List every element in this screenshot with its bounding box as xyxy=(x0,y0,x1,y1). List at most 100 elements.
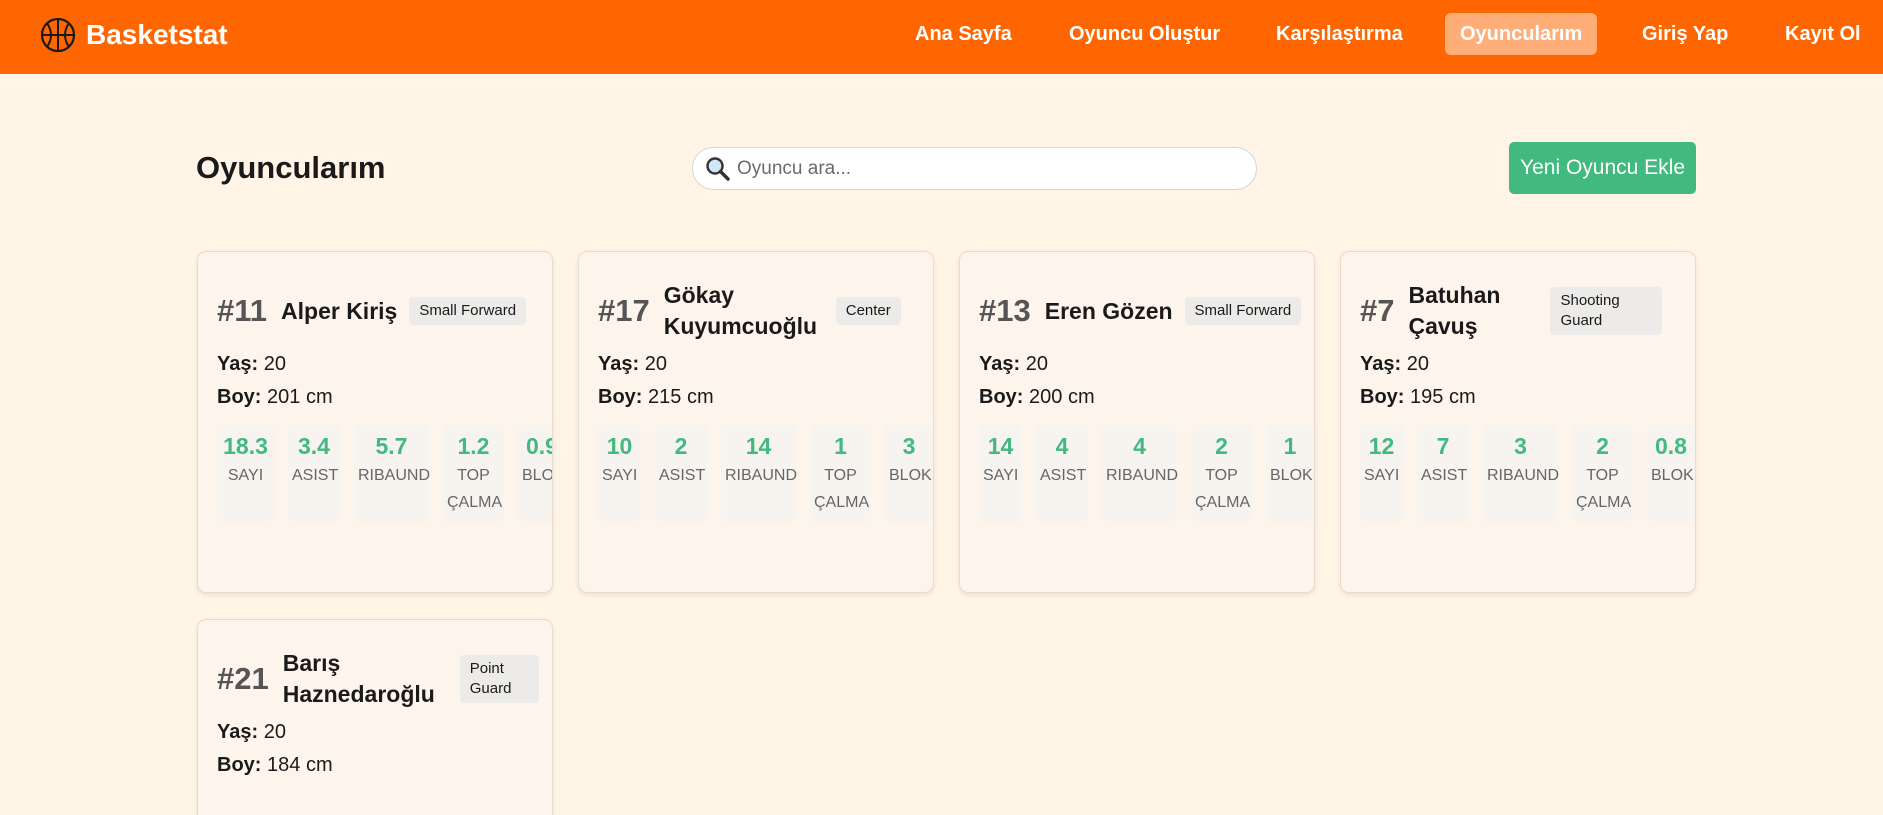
stat-rebounds: 4 RIBAUND xyxy=(1102,425,1179,522)
height-label: Boy: xyxy=(217,754,262,776)
player-age: Yaş: 20 xyxy=(1360,353,1695,376)
age-label: Yaş: xyxy=(1360,353,1402,375)
stat-blocks-label: BLOK xyxy=(1651,467,1694,484)
stat-steals: 2 TOP ÇALMA xyxy=(1572,425,1633,522)
nav-login[interactable]: Giriş Yap xyxy=(1627,13,1743,55)
stat-assists: 3.4 ASIST xyxy=(288,425,340,522)
age-value: 20 xyxy=(263,721,286,743)
age-label: Yaş: xyxy=(217,721,259,743)
age-value: 20 xyxy=(644,353,667,375)
stat-blocks-value: 3 xyxy=(902,433,916,459)
stat-points-value: 10 xyxy=(606,433,633,459)
player-card-header: #7 Batuhan Çavuş Shooting Guard xyxy=(1360,279,1695,343)
jersey-number: #17 xyxy=(598,293,650,328)
stat-assists-label: ASIST xyxy=(292,467,339,484)
stat-assists-value: 4 xyxy=(1055,433,1069,459)
player-name: Alper Kiriş xyxy=(281,297,398,324)
player-card-header: #21 Barış Haznedaroğlu Point Guard xyxy=(217,647,552,711)
basketball-icon xyxy=(40,17,76,53)
stat-rebounds-label: RIBAUND xyxy=(725,467,798,484)
stat-blocks-value: 0.8 xyxy=(1655,433,1687,459)
stat-points: 10 SAYI xyxy=(598,425,641,522)
stat-points-label: SAYI xyxy=(983,467,1019,484)
height-label: Boy: xyxy=(979,386,1024,408)
stat-steals-value: 1.2 xyxy=(457,433,490,459)
nav-compare[interactable]: Karşılaştırma xyxy=(1261,13,1418,55)
stat-rebounds-label: RIBAUND xyxy=(1106,467,1179,484)
stat-points-label: SAYI xyxy=(1364,467,1400,484)
stat-rebounds-value: 5.7 xyxy=(375,433,408,459)
stat-blocks: 0.9 BLOK xyxy=(518,425,553,522)
player-card[interactable]: #13 Eren Gözen Small Forward Yaş: 20 Boy… xyxy=(959,251,1315,593)
stat-steals-value: 2 xyxy=(1215,433,1228,459)
stat-points: 14 SAYI xyxy=(979,425,1022,522)
player-name: Eren Gözen xyxy=(1044,297,1173,324)
player-age: Yaş: 20 xyxy=(217,353,552,376)
stat-steals-label: TOP ÇALMA xyxy=(447,467,503,511)
stat-assists: 2 ASIST xyxy=(655,425,707,522)
player-card-header: #11 Alper Kiriş Small Forward xyxy=(217,279,552,343)
stat-steals: 1 TOP ÇALMA xyxy=(810,425,871,522)
player-height: Boy: 215 cm xyxy=(598,386,933,409)
stat-points-label: SAYI xyxy=(227,467,264,484)
height-value: 195 cm xyxy=(1410,386,1476,408)
stat-rebounds-label: RIBAUND xyxy=(1487,467,1560,484)
player-name: Barış Haznedaroğlu xyxy=(282,650,435,707)
stat-blocks-value: 1 xyxy=(1283,433,1297,459)
nav-my-players[interactable]: Oyuncularım xyxy=(1445,13,1598,55)
player-name: Batuhan Çavuş xyxy=(1408,282,1501,339)
height-label: Boy: xyxy=(598,386,643,408)
stat-steals: 1.2 TOP ÇALMA xyxy=(443,425,504,522)
stat-blocks: 1 BLOK xyxy=(1266,425,1314,522)
search-input[interactable] xyxy=(737,157,1237,180)
nav-home[interactable]: Ana Sayfa xyxy=(900,13,1027,55)
player-card-header: #13 Eren Gözen Small Forward xyxy=(979,279,1314,343)
stat-assists: 7 ASIST xyxy=(1417,425,1469,522)
stat-steals-label: TOP ÇALMA xyxy=(1195,467,1251,511)
stat-rebounds: 3 RIBAUND xyxy=(1483,425,1560,522)
player-height: Boy: 200 cm xyxy=(979,386,1314,409)
stat-blocks: 3 BLOK xyxy=(885,425,933,522)
player-card[interactable]: #17 Gökay Kuyumcuoğlu Center Yaş: 20 Boy… xyxy=(578,251,934,593)
player-age: Yaş: 20 xyxy=(598,353,933,376)
stat-points-value: 18.3 xyxy=(223,433,268,459)
nav-create-player[interactable]: Oyuncu Oluştur xyxy=(1054,13,1235,55)
stat-steals: 2 TOP ÇALMA xyxy=(1191,425,1252,522)
stat-points-label: SAYI xyxy=(602,467,638,484)
age-value: 20 xyxy=(1025,353,1048,375)
stat-rebounds-value: 4 xyxy=(1133,433,1146,459)
stat-assists: 4 ASIST xyxy=(1036,425,1088,522)
player-card-header: #17 Gökay Kuyumcuoğlu Center xyxy=(598,279,933,343)
position-badge: Small Forward xyxy=(1184,297,1302,325)
player-height: Boy: 195 cm xyxy=(1360,386,1695,409)
stat-steals-label: TOP ÇALMA xyxy=(1576,467,1632,511)
stat-assists-label: ASIST xyxy=(659,467,706,484)
stat-blocks-value: 0.9 xyxy=(526,433,552,459)
height-value: 184 cm xyxy=(267,754,333,776)
player-card[interactable]: #11 Alper Kiriş Small Forward Yaş: 20 Bo… xyxy=(197,251,553,593)
stat-steals-label: TOP ÇALMA xyxy=(814,467,870,511)
search-icon xyxy=(706,156,730,181)
height-value: 200 cm xyxy=(1029,386,1095,408)
stats-row: 10 SAYI 2 ASIST 14 RIBAUND 1 TOP ÇALMA 3 BLOK xyxy=(598,425,933,522)
add-player-button[interactable]: Yeni Oyuncu Ekle xyxy=(1509,142,1696,194)
stat-blocks-label: BLOK xyxy=(522,467,553,484)
player-height: Boy: 201 cm xyxy=(217,386,552,409)
stat-blocks: 0.8 BLOK xyxy=(1647,425,1695,522)
brand-name: Basketstat xyxy=(86,19,228,50)
stat-rebounds: 5.7 RIBAUND xyxy=(354,425,431,522)
stat-steals-value: 2 xyxy=(1596,433,1609,459)
brand-logo[interactable]: Basketstat xyxy=(40,16,228,54)
player-card[interactable]: #7 Batuhan Çavuş Shooting Guard Yaş: 20 … xyxy=(1340,251,1696,593)
stat-rebounds-label: RIBAUND xyxy=(358,467,431,484)
jersey-number: #11 xyxy=(217,293,268,328)
player-card[interactable]: #21 Barış Haznedaroğlu Point Guard Yaş: … xyxy=(197,619,553,815)
stat-assists-label: ASIST xyxy=(1421,467,1468,484)
stat-points-value: 14 xyxy=(987,433,1014,459)
stat-points-value: 12 xyxy=(1368,433,1395,459)
nav-register[interactable]: Kayıt Ol xyxy=(1770,13,1876,55)
page-title: Oyuncularım xyxy=(196,150,386,185)
position-badge: Point Guard xyxy=(459,655,539,703)
stat-assists-label: ASIST xyxy=(1040,467,1087,484)
age-label: Yaş: xyxy=(217,353,259,375)
